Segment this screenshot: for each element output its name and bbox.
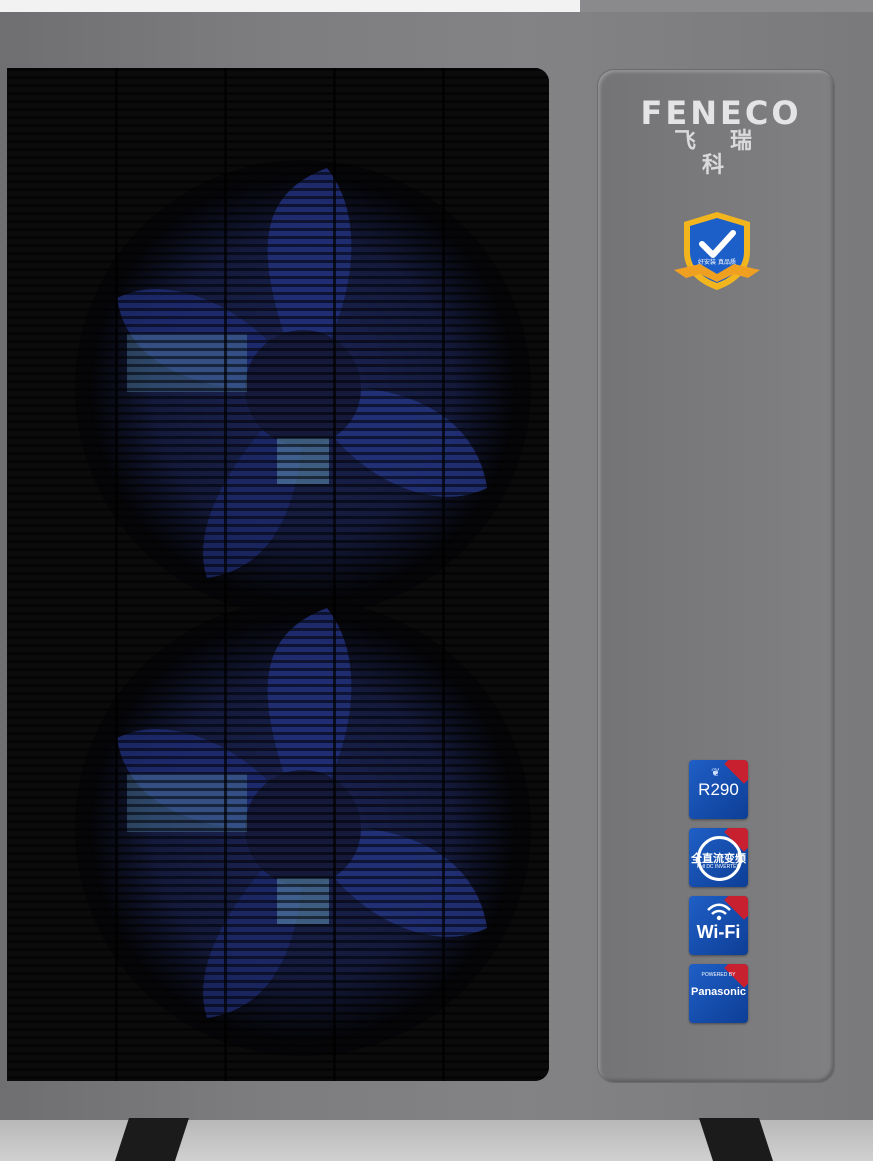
- brand-logo-en: FENECO: [640, 94, 802, 132]
- leaf-icon: ❦: [711, 767, 721, 779]
- r290-label: R290: [698, 780, 739, 799]
- unit-top-edge: [580, 0, 873, 12]
- panasonic-prelabel: POWERED BY: [701, 972, 736, 978]
- background-wall: [0, 0, 580, 12]
- brand-logo-cn: 飞瑞科: [673, 129, 786, 178]
- brand-logo: FENECO 飞瑞科: [630, 96, 812, 178]
- wifi-badge: Wi-Fi: [689, 896, 748, 955]
- fan-grille-graphic: [7, 68, 549, 1081]
- wifi-label: Wi-Fi: [696, 922, 741, 942]
- panasonic-label: Panasonic: [690, 986, 747, 998]
- wifi-icon: [707, 903, 731, 921]
- certification-text: 好安装 真品质: [698, 258, 736, 266]
- r290-badge: ❦ R290: [689, 760, 748, 819]
- panasonic-badge: POWERED BY Panasonic: [689, 964, 748, 1023]
- grille-slats: [7, 68, 549, 1081]
- fan-grille: [7, 68, 549, 1081]
- dc-inverter-sublabel: Full DC INVERTER: [696, 864, 741, 870]
- dc-inverter-badge: 全直流变频 Full DC INVERTER: [689, 828, 748, 887]
- shield-check-icon: 好安装 真品质: [674, 212, 760, 290]
